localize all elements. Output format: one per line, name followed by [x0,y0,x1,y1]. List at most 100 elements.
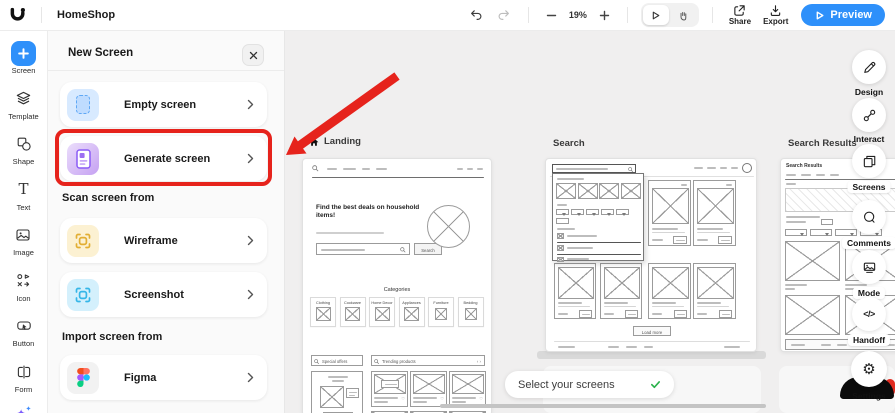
tool-toggle [640,3,699,27]
interact-label: Interact [853,134,885,144]
code-icon: </> [863,309,875,319]
export-button[interactable]: Export [760,4,791,26]
sidebar-item-icon[interactable]: Icon [16,270,31,303]
screenshot-scan-icon [67,278,99,311]
wf-category-row: Clothing Cookware Home Decor Appliances … [310,297,484,327]
sidebar-item-form[interactable]: Form [15,361,32,394]
plus-icon [599,10,610,20]
sidebar-item-text[interactable]: T Text [17,179,31,212]
export-label: Export [763,17,789,26]
scan-section-title: Scan screen from [62,192,155,204]
wireframe-landing[interactable]: Find the best deals on household items! … [302,158,492,413]
new-screen-panel: New Screen Empty screen Generate screen … [48,31,285,413]
empty-screen-card[interactable]: Empty screen [60,82,267,127]
wireframe-card[interactable]: Wireframe [60,218,267,263]
screen-label-landing[interactable]: Landing [309,136,361,147]
select-tool-button[interactable] [642,5,669,25]
home-icon [309,137,319,146]
handoff-button[interactable]: </> [852,297,886,331]
image-placeholder [427,205,470,248]
wf-load-more-button: Load more [633,326,671,336]
gear-icon: ⚙ [862,360,876,378]
uizard-logo[interactable] [0,6,34,25]
hand-icon [680,11,687,20]
divider [527,7,529,23]
tooltip-text: Select your screens [518,378,615,391]
pencil-icon [863,61,875,73]
figma-icon [67,361,99,394]
wf-categories-title: Categories [383,287,411,293]
magic-sparkles-icon: ✦ ✦ [16,406,32,413]
handoff-label: Handoff [847,334,891,346]
horizontal-scrollbar[interactable] [440,404,766,408]
sidebar-item-button[interactable]: Button [13,315,34,348]
screens-button[interactable] [852,144,886,178]
export-icon [770,5,781,16]
minus-icon [546,14,557,16]
button-cursor-icon [16,315,32,337]
generate-screen-card[interactable]: Generate screen [60,136,267,181]
preview-label: Preview [830,9,872,21]
settings-label: Settings [852,391,886,401]
comments-button[interactable] [852,200,886,234]
wf-results-title: Search Results [786,163,823,169]
divider [626,7,628,23]
left-toolbar: Screen Template Shape T Text Image Icon … [0,31,48,413]
panel-close-button[interactable] [242,44,264,66]
figma-card[interactable]: Figma [60,355,267,400]
mode-button[interactable] [852,250,886,284]
zoom-level: 19% [568,10,587,20]
chevron-right-icon [247,99,254,110]
share-button[interactable]: Share [726,4,754,26]
image-icon [15,224,31,246]
interact-button[interactable] [852,98,886,132]
generate-screen-icon [67,142,99,175]
select-screens-tooltip: Select your screens [505,371,674,398]
play-icon [817,11,824,19]
form-input-icon [16,361,32,383]
icon-shapes-icon [16,270,31,292]
add-screen-icon [11,40,36,66]
chevron-right-icon [247,235,254,246]
hand-tool-button[interactable] [671,5,697,25]
chevron-right-icon [247,372,254,383]
screens-label: Screens [847,181,891,193]
logo-icon [10,7,25,21]
laptop-base [537,351,766,359]
check-icon [651,381,660,389]
divider [48,70,284,71]
sidebar-item-shape[interactable]: Shape [13,133,34,166]
wireframe-scan-icon [67,224,99,257]
settings-button[interactable]: ⚙ [851,351,887,387]
shapes-icon [16,133,32,155]
wireframe-search[interactable]: Load more [545,158,757,352]
comments-label: Comments [842,237,895,249]
project-title[interactable]: HomeShop [57,9,115,21]
share-label: Share [728,17,752,26]
sidebar-item-magic[interactable]: ✦ ✦ Magic [13,406,33,413]
topbar: HomeShop 19% Share Export Preview [0,0,895,31]
mode-icon [863,262,875,273]
design-label: Design [854,87,884,97]
sidebar-item-image[interactable]: Image [13,224,34,257]
share-icon [734,5,746,16]
zoom-in-button[interactable] [595,8,614,23]
redo-button[interactable] [493,6,515,24]
sidebar-item-screen[interactable]: Screen [11,40,36,75]
chevron-right-icon [247,153,254,164]
close-icon [249,51,257,59]
zoom-out-button[interactable] [542,8,561,23]
app-window: HomeShop 19% Share Export Preview Screen… [0,0,895,413]
undo-button[interactable] [465,6,487,24]
cursor-play-icon [653,11,660,19]
wf-search-input [552,164,636,173]
design-button[interactable] [852,50,886,84]
undo-icon [470,10,482,20]
wf-search-dropdown [552,173,644,262]
empty-screen-icon [67,88,99,121]
preview-button[interactable]: Preview [801,4,885,26]
screenshot-card[interactable]: Screenshot [60,272,267,317]
sidebar-item-template[interactable]: Template [8,88,39,121]
screen-label-search[interactable]: Search [553,138,585,149]
screen-label-search-results[interactable]: Search Results [788,138,857,149]
